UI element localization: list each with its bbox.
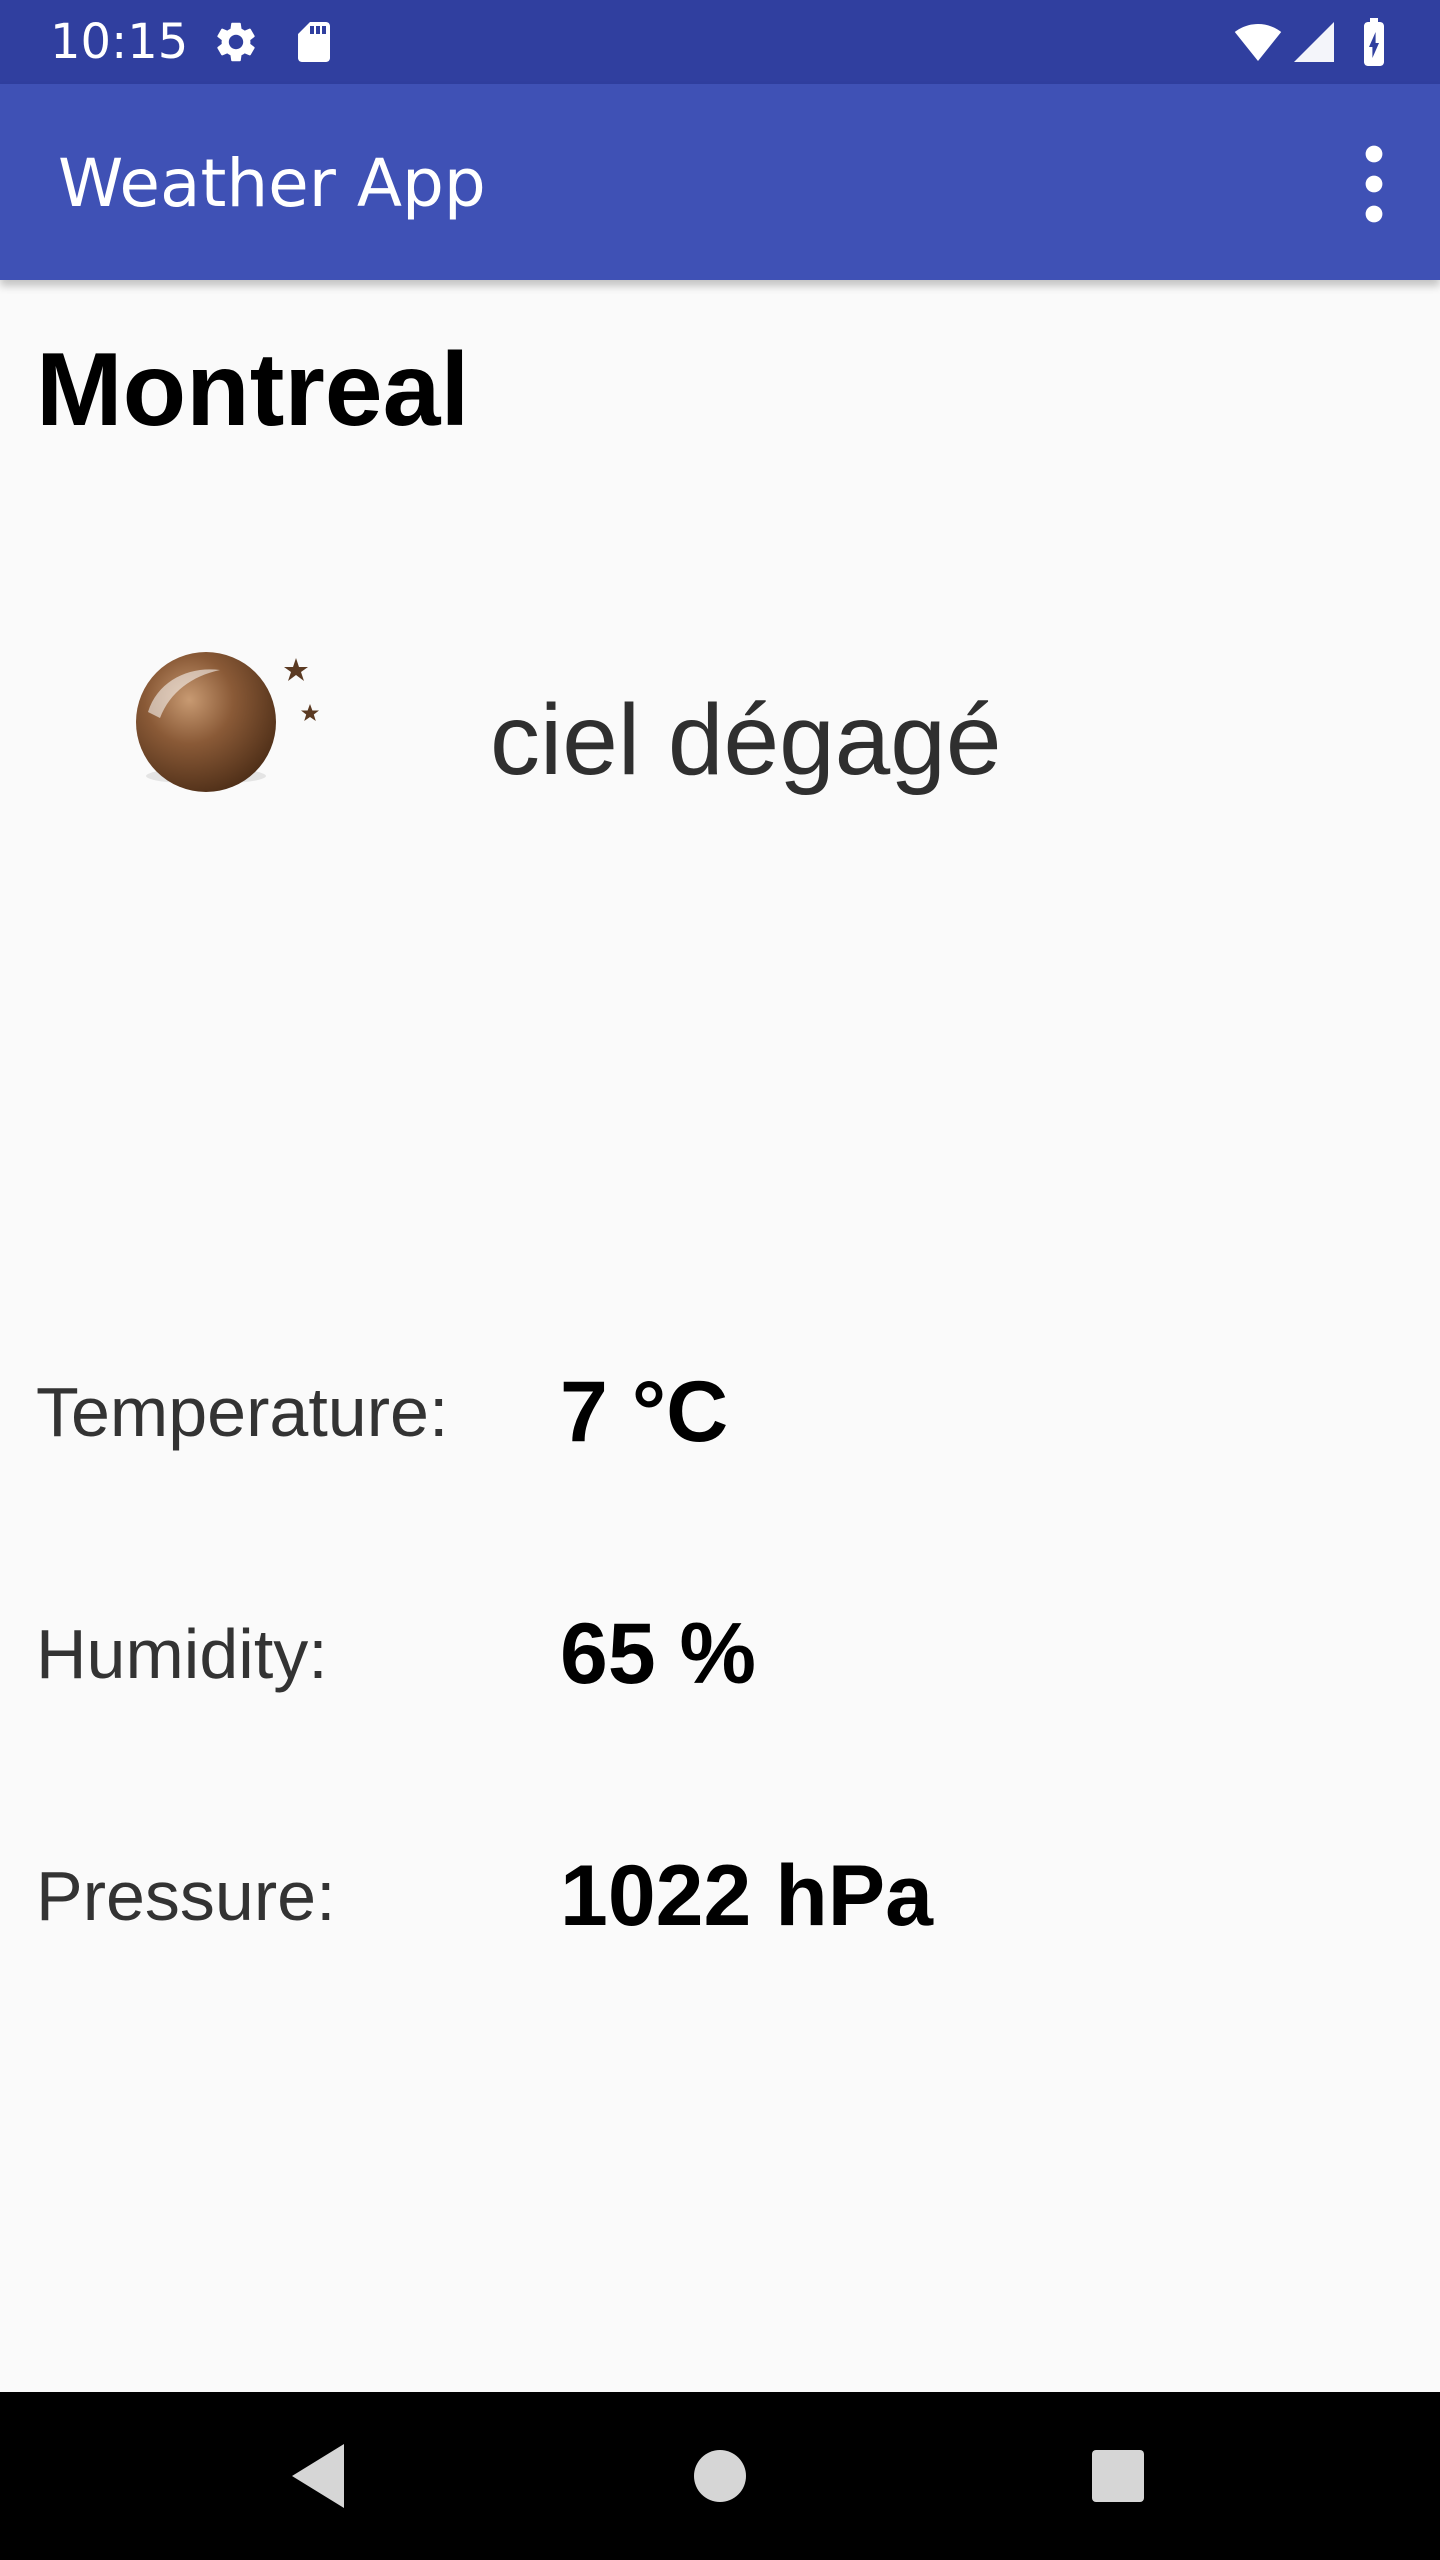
battery-charging-icon bbox=[1364, 18, 1384, 66]
home-icon[interactable] bbox=[670, 2426, 770, 2526]
pressure-label: Pressure: bbox=[36, 1857, 336, 1935]
humidity-value: 65 % bbox=[560, 1606, 757, 1702]
city-name: Montreal bbox=[36, 332, 470, 448]
temperature-label: Temperature: bbox=[36, 1373, 449, 1451]
status-time: 10:15 bbox=[50, 14, 189, 70]
app-title: Weather App bbox=[58, 145, 486, 222]
pressure-value: 1022 hPa bbox=[560, 1848, 933, 1944]
back-icon[interactable] bbox=[268, 2426, 368, 2526]
screen: 10:15 Weather App Montreal ciel dégagé T… bbox=[0, 0, 1440, 2560]
humidity-label: Humidity: bbox=[36, 1615, 328, 1693]
navigation-bar bbox=[0, 2392, 1440, 2560]
recents-icon[interactable] bbox=[1068, 2426, 1168, 2526]
app-bar: Weather App bbox=[0, 84, 1440, 280]
wifi-icon bbox=[1234, 24, 1282, 61]
overflow-menu-icon[interactable] bbox=[1350, 144, 1398, 224]
weather-description: ciel dégagé bbox=[490, 684, 1002, 796]
sd-card-icon bbox=[298, 22, 330, 62]
status-bar: 10:15 bbox=[0, 0, 1440, 84]
temperature-value: 7 °C bbox=[560, 1364, 729, 1460]
clear-night-icon bbox=[136, 652, 319, 792]
gear-icon bbox=[217, 22, 255, 62]
cell-signal-icon bbox=[1294, 22, 1334, 62]
